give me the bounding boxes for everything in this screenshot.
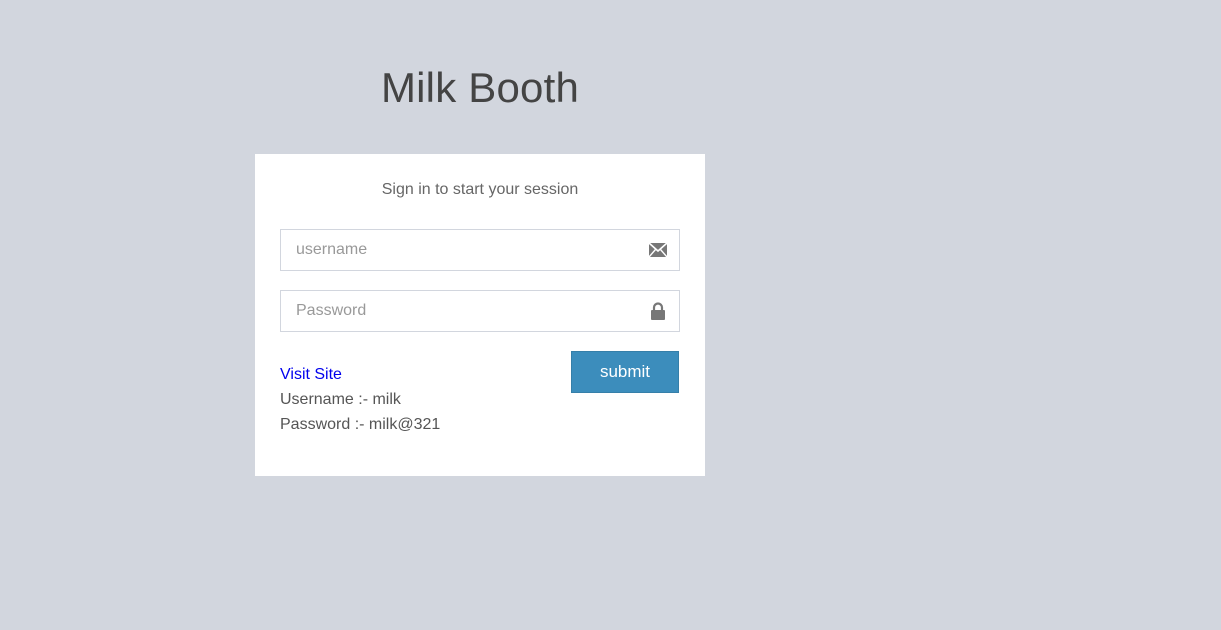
- password-hint: Password :- milk@321: [280, 416, 441, 433]
- username-field[interactable]: [280, 229, 680, 271]
- app-title: Milk Booth: [380, 64, 580, 111]
- login-box: Sign in to start your session submit Vis…: [255, 154, 705, 476]
- username-hint: Username :- milk: [280, 391, 401, 408]
- username-input[interactable]: [281, 230, 636, 270]
- password-field[interactable]: [280, 290, 680, 332]
- login-message: Sign in to start your session: [381, 181, 579, 198]
- visit-site-link[interactable]: Visit Site: [280, 366, 342, 384]
- password-input[interactable]: [281, 291, 636, 331]
- envelope-icon: [648, 242, 668, 258]
- submit-button[interactable]: submit: [571, 351, 679, 393]
- lock-icon: [651, 302, 665, 320]
